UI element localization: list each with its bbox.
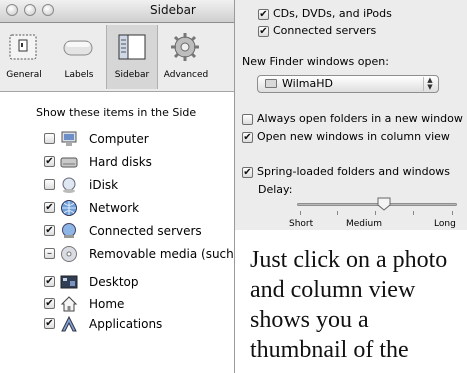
- sidebar-item-label: Applications: [89, 317, 163, 331]
- slider-tick: [300, 211, 301, 215]
- delay-scale-short: Short: [289, 219, 314, 229]
- home-icon: [60, 296, 78, 312]
- toolbar-sidebar-label: Sidebar: [114, 70, 150, 80]
- window-title: Sidebar: [150, 3, 196, 17]
- toolbar-general[interactable]: General: [0, 25, 50, 89]
- sidebar-items-heading: Show these items in the Side: [36, 106, 197, 119]
- idisk-checkbox[interactable]: [44, 179, 55, 190]
- toolbar-labels-label: Labels: [64, 70, 94, 80]
- general-icon: [9, 34, 37, 60]
- idisk-icon: [62, 177, 76, 193]
- removable-media-checkbox[interactable]: –: [44, 248, 55, 259]
- toolbar-sidebar[interactable]: Sidebar: [106, 25, 158, 89]
- column-view-checkbox[interactable]: ✔: [242, 132, 253, 143]
- volume-icon: [265, 79, 277, 88]
- sidebar-item-label: Computer: [89, 132, 149, 146]
- sidebar-item-label: Hard disks: [89, 155, 152, 169]
- caption-line: Just click on a photo: [250, 247, 448, 273]
- sidebar-item-label: iDisk: [89, 178, 119, 192]
- show-cds-label: CDs, DVDs, and iPods: [273, 7, 392, 20]
- removable-media-icon: [61, 246, 77, 262]
- sidebar-item-applications[interactable]: ✔ Applications: [44, 315, 234, 335]
- show-servers-checkbox[interactable]: ✔: [258, 26, 269, 37]
- labels-icon: [63, 40, 93, 56]
- caption-line: thumbnail of the: [250, 337, 409, 363]
- computer-checkbox[interactable]: [44, 133, 55, 144]
- hard-disk-icon: [60, 157, 78, 168]
- sidebar-item-connected-servers[interactable]: ✔ Connected servers: [44, 222, 234, 242]
- minimize-button[interactable]: [24, 4, 36, 16]
- slider-tick: [413, 211, 414, 215]
- computer-icon: [61, 131, 77, 146]
- applications-icon: [61, 315, 77, 332]
- sidebar-item-computer[interactable]: Computer: [44, 130, 234, 150]
- sidebar-item-label: Removable media (such a: [89, 247, 235, 261]
- sidebar-item-label: Home: [89, 297, 125, 311]
- desktop-checkbox[interactable]: ✔: [44, 276, 55, 287]
- show-cds-checkbox[interactable]: ✔: [258, 9, 269, 20]
- gear-icon: [171, 33, 199, 61]
- new-window-label: New Finder windows open:: [242, 55, 389, 68]
- sidebar-item-home[interactable]: ✔ Home: [44, 295, 234, 315]
- column-view-label: Open new windows in column view: [257, 130, 450, 143]
- sidebar-preferences-window: Sidebar General Labels Sidebar Advanced …: [0, 0, 235, 373]
- new-window-popup[interactable]: WilmaHD ▲ ▼: [257, 75, 439, 93]
- close-button[interactable]: [6, 4, 18, 16]
- toolbar-advanced[interactable]: Advanced: [160, 25, 212, 89]
- delay-slider-thumb[interactable]: [377, 197, 391, 211]
- toolbar-advanced-label: Advanced: [163, 70, 209, 80]
- spring-loaded-checkbox[interactable]: ✔: [242, 167, 253, 178]
- caption-text: Just click on a photo and column view sh…: [250, 245, 465, 365]
- preferences-toolbar: General Labels Sidebar Advanced: [0, 23, 234, 92]
- always-open-new-label: Always open folders in a new window: [257, 112, 463, 125]
- delay-scale-medium: Medium: [346, 219, 382, 229]
- zoom-button[interactable]: [42, 4, 54, 16]
- caption-line: and column view: [250, 277, 416, 303]
- sidebar-icon: [118, 34, 146, 60]
- sidebar-item-idisk[interactable]: iDisk: [44, 176, 234, 196]
- delay-label: Delay:: [258, 183, 293, 196]
- sidebar-item-label: Desktop: [89, 275, 139, 289]
- applications-checkbox[interactable]: ✔: [44, 318, 55, 329]
- always-open-new-checkbox[interactable]: [242, 114, 253, 125]
- connected-servers-checkbox[interactable]: ✔: [44, 225, 55, 236]
- hard-disks-checkbox[interactable]: ✔: [44, 156, 55, 167]
- delay-scale-long: Long: [434, 219, 456, 229]
- sidebar-item-label: Network: [89, 201, 140, 215]
- sidebar-item-hard-disks[interactable]: ✔ Hard disks: [44, 153, 234, 173]
- home-checkbox[interactable]: ✔: [44, 298, 55, 309]
- show-servers-label: Connected servers: [273, 24, 377, 37]
- slider-tick: [337, 211, 338, 215]
- sidebar-item-removable-media[interactable]: – Removable media (such a: [44, 245, 235, 265]
- slider-tick: [375, 211, 376, 215]
- desktop-icon: [60, 275, 78, 289]
- title-bar: Sidebar: [0, 0, 234, 23]
- network-checkbox[interactable]: ✔: [44, 202, 55, 213]
- toolbar-labels[interactable]: Labels: [53, 25, 105, 89]
- network-icon: [61, 200, 77, 216]
- sidebar-item-network[interactable]: ✔ Network: [44, 199, 234, 219]
- toolbar-general-label: General: [6, 70, 42, 80]
- sidebar-pane: Show these items in the Side Computer ✔ …: [0, 92, 234, 373]
- popup-arrows-icon: ▲ ▼: [423, 77, 436, 91]
- sidebar-item-label: Connected servers: [89, 224, 202, 238]
- sidebar-item-desktop[interactable]: ✔ Desktop: [44, 273, 234, 293]
- slider-tick: [452, 211, 453, 215]
- general-preferences-window: ✔ CDs, DVDs, and iPods ✔ Connected serve…: [235, 0, 467, 230]
- spring-loaded-label: Spring-loaded folders and windows: [257, 165, 451, 178]
- delay-slider[interactable]: [297, 197, 457, 217]
- caption-line: shows you a: [250, 307, 369, 333]
- server-icon: [62, 223, 76, 238]
- new-window-value: WilmaHD: [282, 77, 333, 90]
